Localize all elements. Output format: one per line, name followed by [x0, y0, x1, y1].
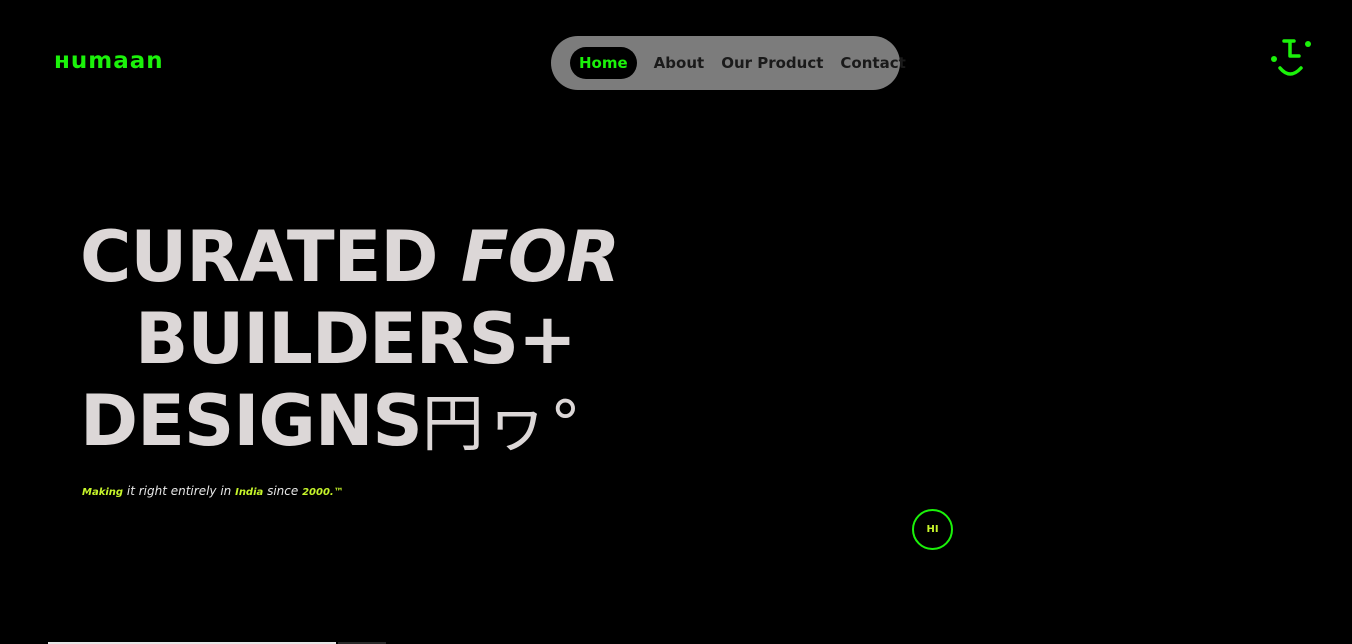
headline-builders: BUILDERS+ [135, 298, 577, 380]
headline-for: FOR [460, 216, 620, 298]
headline-curated: CURATED [80, 216, 461, 298]
headline-glyphs: 円ヮ° [421, 387, 583, 460]
smiley-face-icon[interactable] [1266, 38, 1314, 82]
hi-button[interactable]: HI [912, 509, 953, 550]
tagline-india: India [235, 487, 264, 498]
nav-contact[interactable]: Contact [840, 54, 905, 72]
headline-line-1: CURATED FOR [80, 216, 620, 298]
nav-home[interactable]: Home [570, 47, 637, 79]
tagline-text-2: since [263, 484, 303, 498]
tagline-making: Making [82, 487, 124, 498]
nav-our-product[interactable]: Our Product [721, 54, 823, 72]
hero-headline: CURATED FOR BUILDERS+ DESIGNS円ヮ° [80, 216, 620, 465]
hero-tagline: Making it right entirely in India since … [82, 484, 344, 498]
landing-page: ʜumaan Home About Our Product Contact CU… [0, 0, 1352, 644]
headline-designs: DESIGNS [80, 380, 423, 462]
brand-logo[interactable]: ʜumaan [54, 48, 164, 74]
nav-about[interactable]: About [654, 54, 705, 72]
headline-line-3: DESIGNS円ヮ° [80, 380, 619, 465]
main-nav: Home About Our Product Contact [551, 36, 906, 90]
tagline-text-1: it right entirely in [123, 484, 236, 498]
tagline-year: 2000.™ [302, 487, 344, 498]
